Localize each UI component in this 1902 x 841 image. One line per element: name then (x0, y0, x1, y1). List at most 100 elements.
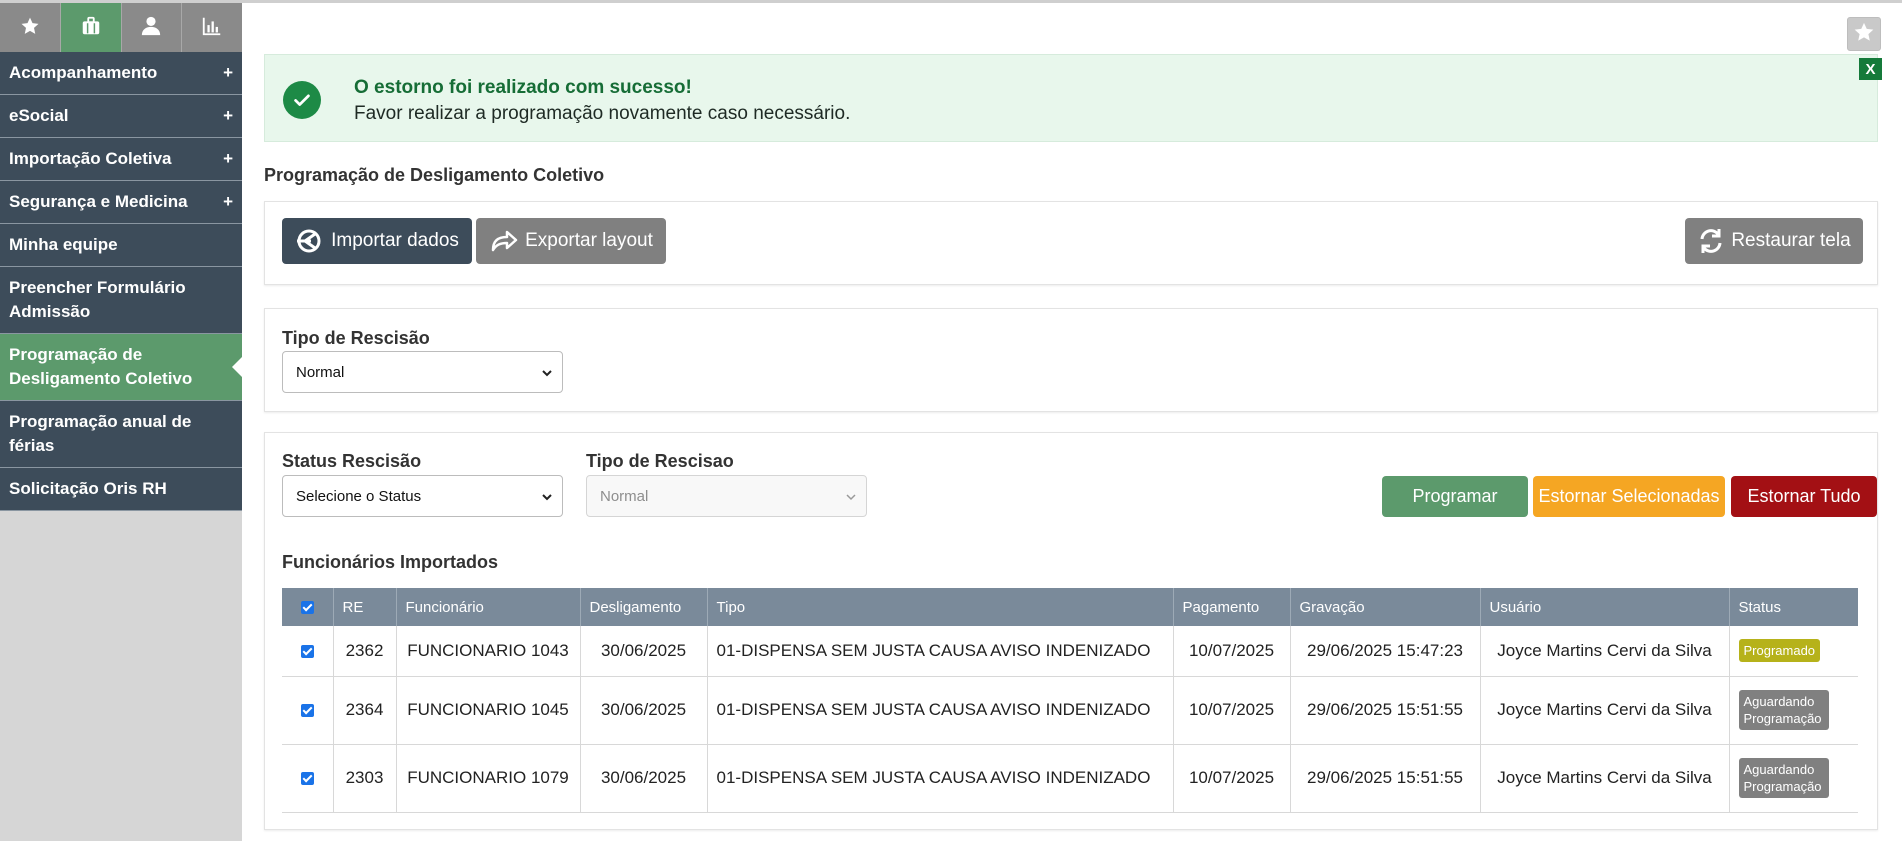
row-checkbox[interactable] (282, 744, 333, 813)
table-row: 2364 FUNCIONARIO 1045 30/06/2025 01-DISP… (282, 676, 1858, 745)
tipo-rescisao2-label: Tipo de Rescisao (586, 451, 734, 471)
column-header-gravacao[interactable]: Gravação (1289, 588, 1480, 626)
sidebar-menu: Acompanhamento + eSocial + Importação Cole… (0, 52, 242, 511)
alert-close-button[interactable]: X (1859, 58, 1882, 80)
row-checkbox[interactable] (282, 676, 333, 745)
favorite-page-button[interactable] (1847, 17, 1881, 51)
table-row: 2303 FUNCIONARIO 1079 30/06/2025 01-DISP… (282, 744, 1858, 813)
cell-status: Aguardando Programação (1728, 744, 1858, 813)
sidebar-item-label: Minha equipe (9, 235, 118, 254)
tipo-rescisao2-select: Normal (586, 475, 867, 517)
import-data-label: Importar dados (331, 230, 459, 251)
cell-pagamento: 10/07/2025 (1172, 676, 1290, 745)
page-title: Programação de Desligamento Coletivo (264, 165, 605, 185)
cell-usuario: Joyce Martins Cervi da Silva (1479, 676, 1729, 745)
status-badge: Aguardando Programação (1738, 690, 1829, 730)
status-rescisao-label: Status Rescisão (282, 451, 422, 471)
sidebar-item-programacao-ferias[interactable]: Programação anual de férias (0, 401, 242, 468)
chevron-down-icon (845, 490, 857, 507)
cell-desligamento: 30/06/2025 (579, 744, 707, 813)
check-circle-icon (283, 81, 321, 119)
sidebar-item-esocial[interactable]: eSocial + (0, 95, 242, 138)
cell-status: Programado (1728, 626, 1858, 677)
column-header-usuario[interactable]: Usuário (1479, 588, 1729, 626)
import-icon (295, 228, 325, 254)
restore-screen-label: Restaurar tela (1731, 230, 1851, 251)
sidebar-item-label: eSocial (9, 106, 69, 125)
tipo-rescisao-value: Normal (296, 363, 345, 381)
expand-plus-icon: + (223, 192, 233, 211)
success-alert: O estorno foi realizado com sucesso! Fav… (264, 54, 1882, 142)
sidebar-item-label: Importação Coletiva (9, 149, 172, 168)
cell-desligamento: 30/06/2025 (579, 626, 707, 677)
status-badge: Aguardando Programação (1738, 758, 1829, 798)
column-header-desligamento[interactable]: Desligamento (579, 588, 707, 626)
section-title: Funcionários Importados (282, 552, 499, 572)
cell-funcionario: FUNCIONARIO 1043 (395, 626, 580, 677)
sidebar-item-label: Programação anual de férias (9, 412, 192, 455)
sidebar-item-minha-equipe[interactable]: Minha equipe (0, 224, 242, 267)
toolbar-panel: Importar dados Exportar layout Restaurar… (264, 201, 1878, 285)
cell-pagamento: 10/07/2025 (1172, 744, 1290, 813)
cell-gravacao: 29/06/2025 15:47:23 (1289, 626, 1480, 677)
cell-re: 2364 (332, 676, 396, 745)
alert-title: O estorno foi realizado com sucesso! (354, 77, 692, 98)
sidebar-item-formulario-admissao[interactable]: Preencher Formulário Admissão (0, 267, 242, 334)
column-header-re[interactable]: RE (332, 588, 396, 626)
sidebar-item-importacao-coletiva[interactable]: Importação Coletiva + (0, 138, 242, 181)
cell-pagamento: 10/07/2025 (1172, 626, 1290, 677)
status-rescisao-select[interactable]: Selecione o Status (282, 475, 563, 517)
cell-gravacao: 29/06/2025 15:51:55 (1289, 676, 1480, 745)
sidebar-item-solicitacao-oris[interactable]: Solicitação Oris RH (0, 468, 242, 511)
checkbox-checked-icon (300, 772, 314, 786)
cell-tipo: 01-DISPENSA SEM JUSTA CAUSA AVISO INDENI… (706, 744, 1173, 813)
import-data-button[interactable]: Importar dados (282, 218, 472, 264)
sidebar-item-label: Segurança e Medicina (9, 192, 188, 211)
cell-gravacao: 29/06/2025 15:51:55 (1289, 744, 1480, 813)
column-header-funcionario[interactable]: Funcionário (395, 588, 580, 626)
checkbox-checked-icon (300, 644, 314, 658)
export-layout-button[interactable]: Exportar layout (476, 218, 666, 264)
user-icon (140, 15, 162, 41)
sidebar-item-label: Programação de Desligamento Coletivo (9, 345, 193, 388)
column-header-pagamento[interactable]: Pagamento (1172, 588, 1290, 626)
sidebar-item-label: Solicitação Oris RH (9, 479, 167, 498)
estornar-selecionadas-button[interactable]: Estornar Selecionadas (1533, 476, 1725, 517)
bar-chart-icon (201, 15, 223, 41)
tab-user[interactable] (121, 3, 183, 52)
share-icon (489, 228, 519, 254)
chevron-down-icon (541, 490, 553, 507)
tab-reports[interactable] (182, 3, 242, 52)
sidebar-item-acompanhamento[interactable]: Acompanhamento + (0, 52, 242, 95)
estornar-tudo-button[interactable]: Estornar Tudo (1731, 476, 1877, 517)
tab-favorites[interactable] (0, 3, 61, 52)
table-header-row: RE Funcionário Desligamento Tipo Pagamen… (282, 588, 1858, 626)
sidebar-item-desligamento-coletivo[interactable]: Programação de Desligamento Coletivo (0, 334, 242, 401)
expand-plus-icon: + (223, 106, 233, 125)
cell-status: Aguardando Programação (1728, 676, 1858, 745)
expand-plus-icon: + (223, 149, 233, 168)
table-row: 2362 FUNCIONARIO 1043 30/06/2025 01-DISP… (282, 626, 1858, 677)
restore-screen-button[interactable]: Restaurar tela (1685, 218, 1863, 264)
cell-tipo: 01-DISPENSA SEM JUSTA CAUSA AVISO INDENI… (706, 676, 1173, 745)
estornar-selecionadas-label: Estornar Selecionadas (1538, 486, 1720, 506)
briefcase-icon (80, 15, 102, 41)
programar-button[interactable]: Programar (1382, 476, 1528, 517)
checkbox-checked-icon (300, 704, 314, 718)
cell-usuario: Joyce Martins Cervi da Silva (1479, 626, 1729, 677)
alert-message: Favor realizar a programação novamente c… (354, 103, 851, 124)
tab-work[interactable] (60, 3, 122, 52)
cell-usuario: Joyce Martins Cervi da Silva (1479, 744, 1729, 813)
employees-panel: Status Rescisão Selecione o Status Tipo … (264, 432, 1878, 830)
sidebar-item-seguranca-medicina[interactable]: Segurança e Medicina + (0, 181, 242, 224)
tipo-rescisao-label: Tipo de Rescisão (282, 328, 430, 348)
status-rescisao-value: Selecione o Status (296, 487, 422, 505)
cell-funcionario: FUNCIONARIO 1045 (395, 676, 580, 745)
tipo-rescisao-select[interactable]: Normal (282, 351, 563, 393)
column-header-tipo[interactable]: Tipo (706, 588, 1173, 626)
cell-re: 2303 (332, 744, 396, 813)
column-header-status[interactable]: Status (1728, 588, 1858, 626)
main-content: O estorno foi realizado com sucesso! Fav… (243, 3, 1902, 841)
select-all-checkbox[interactable] (282, 588, 333, 626)
row-checkbox[interactable] (282, 626, 333, 677)
